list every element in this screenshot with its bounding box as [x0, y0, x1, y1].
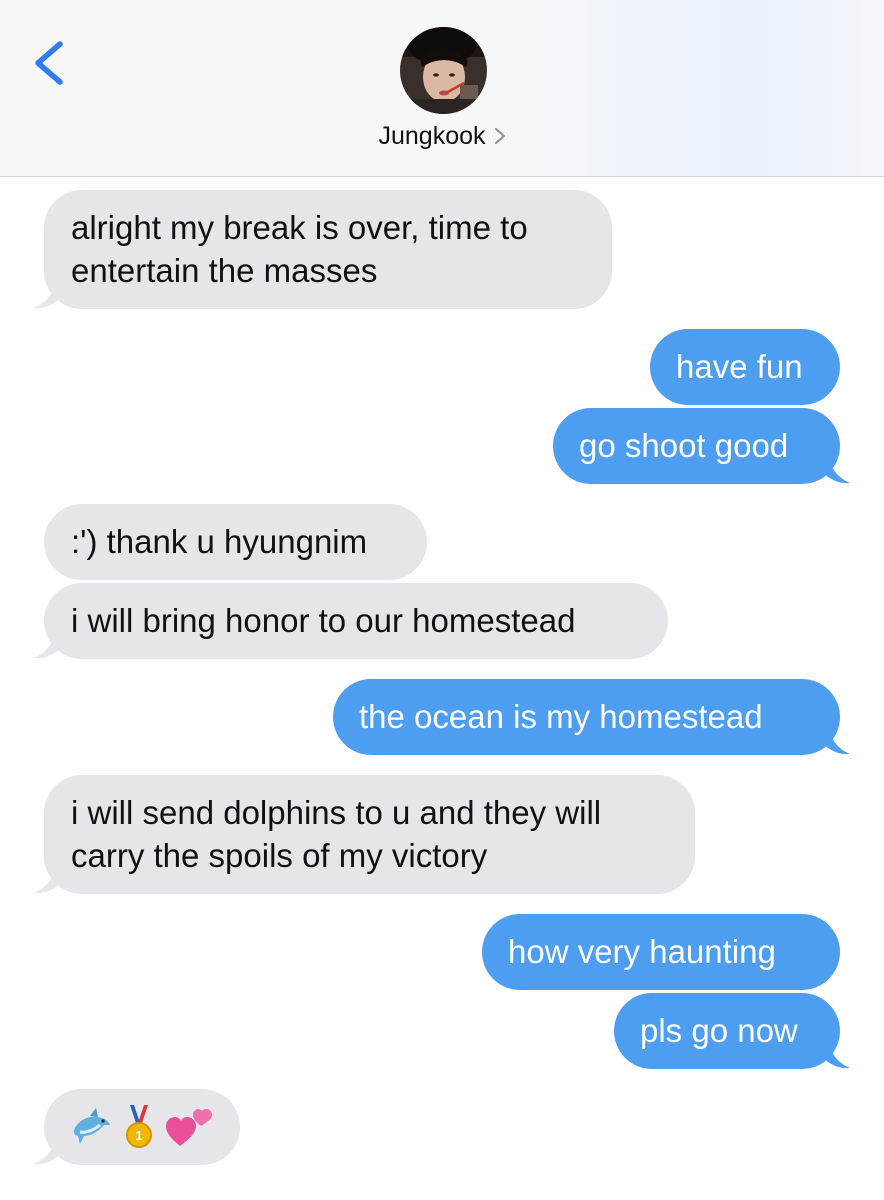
outgoing-message-bubble[interactable]: have fun	[650, 329, 840, 405]
incoming-message-bubble[interactable]: i will send dolphins to u and they will …	[44, 775, 695, 894]
message-text: i will bring honor to our homestead	[71, 602, 576, 639]
message-text-line: carry the spoils of my victory	[71, 837, 488, 874]
two-hearts-emoji	[166, 1108, 212, 1146]
incoming-emoji-bubble[interactable]: 1	[44, 1089, 240, 1165]
incoming-bubble-tail	[34, 283, 60, 309]
message-text: how very haunting	[508, 933, 776, 970]
contact-avatar[interactable]	[400, 27, 487, 114]
outgoing-message-bubble[interactable]: go shoot good	[553, 408, 840, 484]
outgoing-bubble-tail	[824, 458, 850, 484]
outgoing-bubble-tail	[824, 729, 850, 755]
message-text-line: entertain the masses	[71, 252, 378, 289]
outgoing-message-bubble[interactable]: the ocean is my homestead	[333, 679, 840, 755]
message-text: :') thank u hyungnim	[71, 523, 368, 560]
message-text: go shoot good	[579, 427, 789, 464]
incoming-bubble-tail	[34, 633, 60, 659]
contact-name: Jungkook	[378, 122, 486, 150]
svg-text:1: 1	[135, 1128, 142, 1143]
incoming-bubble-tail	[34, 868, 60, 894]
avatar-photo	[400, 27, 487, 114]
conversation-header: Jungkook	[0, 0, 884, 177]
chevron-left-icon	[35, 41, 63, 85]
outgoing-message-bubble[interactable]: how very haunting	[482, 914, 840, 990]
contact-name-button[interactable]: Jungkook	[0, 122, 884, 152]
message-text-line: i will send dolphins to u and they will	[71, 794, 602, 831]
message-text: have fun	[676, 348, 803, 385]
dolphin-emoji	[73, 1107, 110, 1144]
outgoing-message-bubble[interactable]: pls go now	[614, 993, 840, 1069]
incoming-message-bubble[interactable]: :') thank u hyungnim	[44, 504, 427, 580]
gold-medal-emoji: 1	[126, 1104, 152, 1148]
message-text: pls go now	[640, 1012, 798, 1049]
chevron-right-icon	[494, 123, 506, 152]
incoming-message-bubble[interactable]: i will bring honor to our homestead	[44, 583, 668, 659]
message-text: the ocean is my homestead	[359, 698, 763, 735]
back-button[interactable]	[30, 38, 70, 88]
message-text-line: alright my break is over, time to	[71, 209, 528, 246]
incoming-message-bubble[interactable]: alright my break is over, time to entert…	[44, 190, 612, 309]
incoming-bubble-tail	[34, 1139, 60, 1165]
outgoing-bubble-tail	[824, 1043, 850, 1069]
